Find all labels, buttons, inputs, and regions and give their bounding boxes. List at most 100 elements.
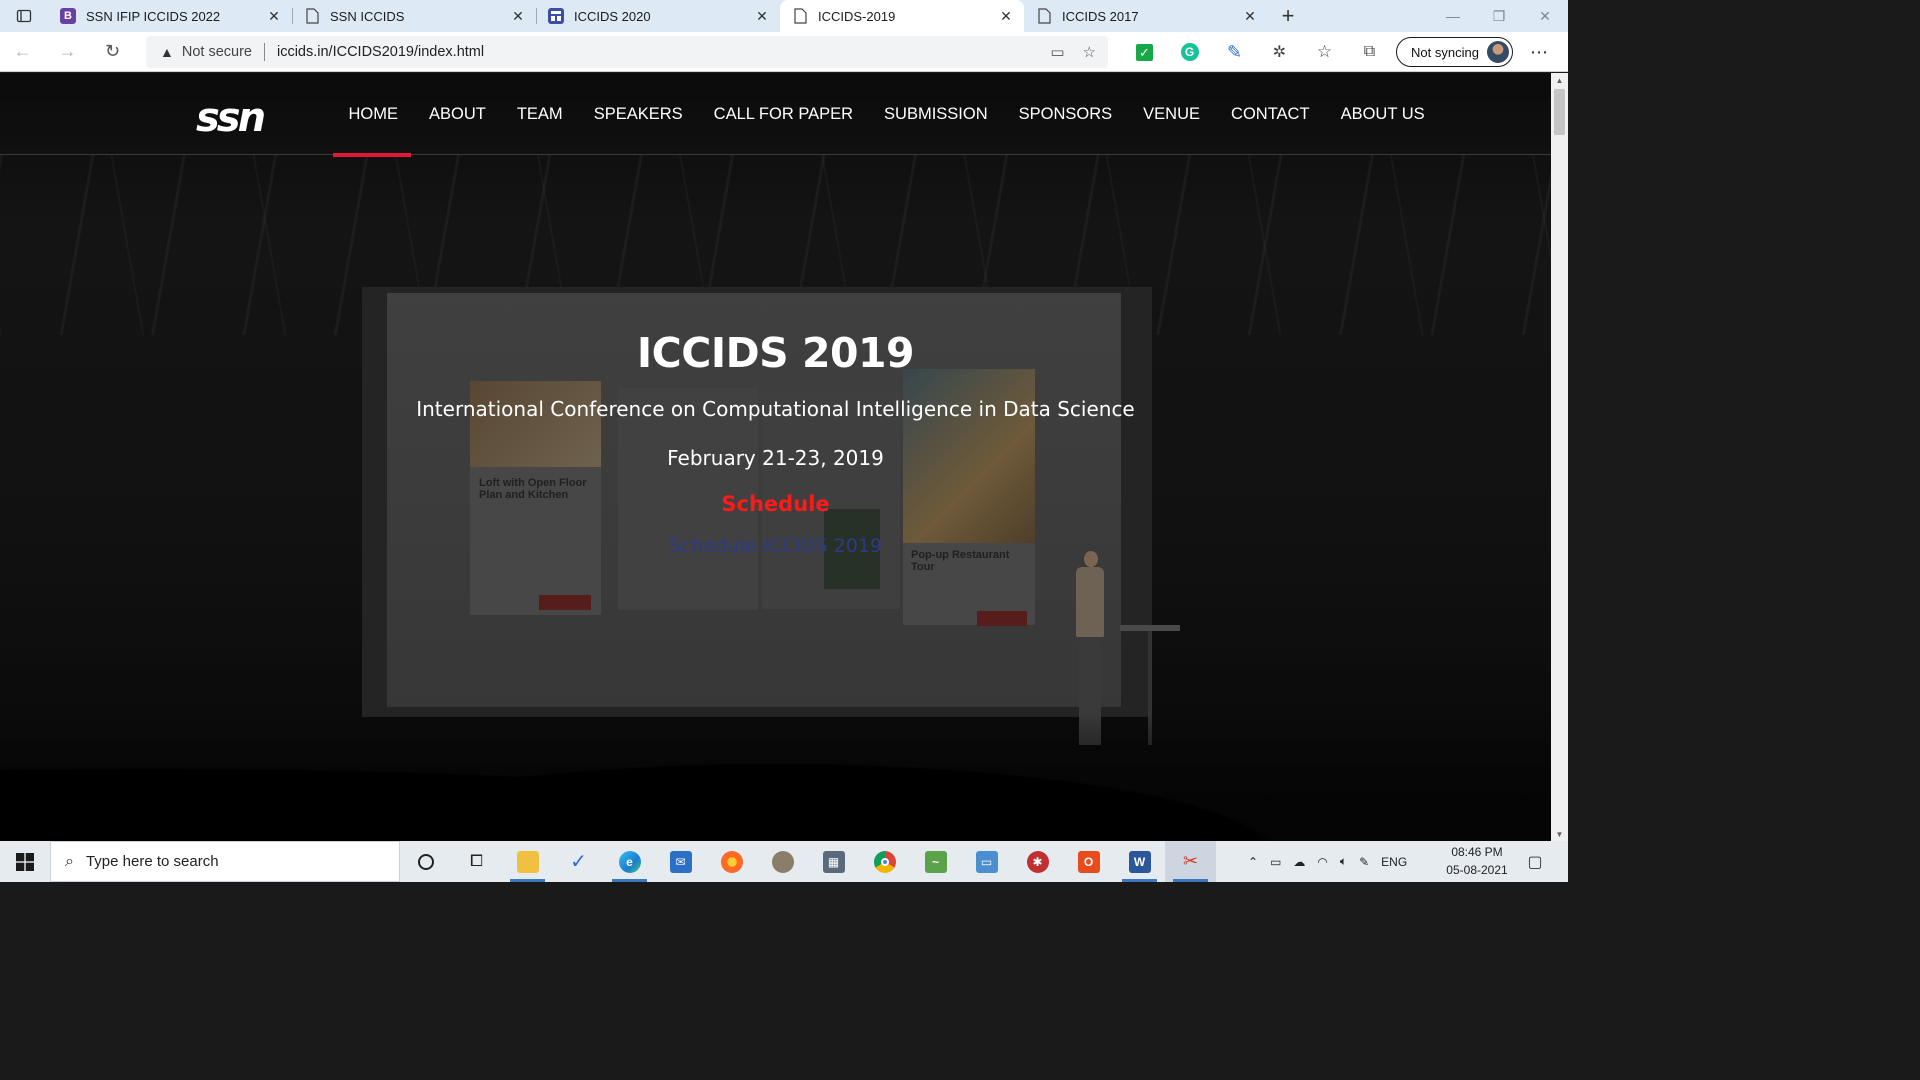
graph-icon: ~	[924, 850, 947, 873]
scroll-up-arrow[interactable]: ▲	[1551, 73, 1568, 87]
calculator-button[interactable]: ▦	[808, 841, 859, 882]
tab-actions-button[interactable]	[0, 0, 48, 32]
volume-icon[interactable]: 🔈︎	[1340, 854, 1347, 869]
browser-tab[interactable]: SSN ICCIDS ✕	[292, 0, 536, 32]
nav-home[interactable]: HOME	[333, 101, 414, 127]
add-favorite-icon[interactable]: ☆	[1083, 43, 1096, 61]
nav-speakers[interactable]: SPEAKERS	[578, 101, 698, 127]
divider	[263, 43, 265, 61]
extensions-button[interactable]: ✲	[1257, 32, 1302, 72]
settings-more-button[interactable]: ⋯	[1524, 32, 1554, 72]
pen-icon: ✎	[1226, 41, 1243, 62]
back-button[interactable]: ←	[0, 32, 45, 72]
browser-toolbar: ← → ↻ ▲ Not secure iccids.in/ICCIDS2019/…	[0, 32, 1568, 72]
graph-app-button[interactable]: ~	[910, 841, 961, 882]
remote-desktop-button[interactable]: ▭	[961, 841, 1012, 882]
arrow-left-icon: ←	[13, 41, 32, 61]
system-tray: ⌃ ▭ ☁ ◠ 🔈︎ ✎ ENG	[1248, 841, 1407, 882]
clock[interactable]: 08:46 PM 05-08-2021	[1442, 843, 1512, 879]
close-icon[interactable]: ✕	[510, 8, 526, 24]
arrow-right-icon: →	[58, 41, 77, 61]
minimize-button[interactable]: —	[1430, 0, 1476, 32]
mail-app-button[interactable]: ✉	[655, 841, 706, 882]
edge-icon: e	[618, 850, 641, 873]
close-icon[interactable]: ✕	[266, 8, 282, 24]
profile-sync-button[interactable]: Not syncing	[1396, 37, 1513, 67]
nav-contact[interactable]: CONTACT	[1216, 101, 1326, 127]
chrome-icon	[873, 850, 896, 873]
nav-about[interactable]: ABOUT	[414, 101, 502, 127]
hero-subtitle: International Conference on Computationa…	[416, 397, 1135, 421]
todo-app-button[interactable]: ✓	[553, 841, 604, 882]
file-explorer-button[interactable]	[502, 841, 553, 882]
new-tab-button[interactable]: +	[1268, 0, 1308, 32]
office-icon: O	[1077, 850, 1100, 873]
folder-icon	[516, 850, 539, 873]
pen-workspace-icon[interactable]: ✎	[1359, 855, 1369, 869]
page-viewport: Loft with Open Floor Plan and Kitchen Po…	[0, 73, 1551, 841]
grammarly-extension-button[interactable]: G	[1167, 32, 1212, 72]
hero-title: ICCIDS 2019	[636, 329, 915, 377]
puzzle-icon: ✲	[1272, 44, 1287, 61]
browser-tab[interactable]: B SSN IFIP ICCIDS 2022 ✕	[48, 0, 292, 32]
nav-submission[interactable]: SUBMISSION	[869, 101, 1004, 127]
window-controls: — ❐ ✕	[1430, 0, 1568, 32]
scroll-thumb[interactable]	[1554, 89, 1565, 135]
media-app-button[interactable]: ✱	[1012, 841, 1063, 882]
cortana-circle-icon	[417, 853, 434, 870]
favorites-button[interactable]: ☆	[1302, 32, 1347, 72]
close-icon[interactable]: ✕	[998, 8, 1014, 24]
windows-taskbar: ⌕ Type here to search ⧠ ✓ e ✉ ▦ ~ ▭ ✱ O …	[0, 841, 1568, 882]
browser-tab[interactable]: ICCIDS 2017 ✕	[1024, 0, 1268, 32]
language-indicator[interactable]: ENG	[1381, 855, 1407, 869]
office-button[interactable]: O	[1063, 841, 1114, 882]
schedule-link[interactable]: Schedule-ICCIDS 2019	[0, 535, 1551, 557]
onedrive-icon[interactable]: ☁	[1293, 855, 1305, 869]
chevron-up-icon[interactable]: ⌃	[1248, 855, 1258, 869]
snipping-tool-button[interactable]: ✂	[1165, 841, 1216, 882]
taskbar-search-box[interactable]: ⌕ Type here to search	[50, 841, 400, 882]
security-label[interactable]: Not secure	[182, 44, 252, 60]
close-window-button[interactable]: ✕	[1522, 0, 1568, 32]
close-icon[interactable]: ✕	[754, 8, 770, 24]
notification-center-button[interactable]: ▢	[1520, 841, 1550, 882]
gimp-icon	[771, 850, 794, 873]
nav-venue[interactable]: VENUE	[1128, 101, 1216, 127]
more-dots-icon: ⋯	[1530, 41, 1548, 62]
wifi-icon[interactable]: ◠	[1317, 855, 1327, 869]
chrome-button[interactable]	[859, 841, 910, 882]
address-bar[interactable]: ▲ Not secure iccids.in/ICCIDS2019/index.…	[146, 36, 1108, 68]
search-placeholder: Type here to search	[85, 853, 219, 870]
scroll-down-arrow[interactable]: ▼	[1551, 827, 1568, 841]
word-button[interactable]: W	[1114, 841, 1165, 882]
restore-button[interactable]: ❐	[1476, 0, 1522, 32]
url-text[interactable]: iccids.in/ICCIDS2019/index.html	[277, 44, 484, 60]
tab-title: ICCIDS 2017	[1062, 8, 1139, 24]
browser-tab-active[interactable]: ICCIDS-2019 ✕	[780, 0, 1024, 32]
forward-button[interactable]: →	[45, 32, 90, 72]
browser-tab[interactable]: ICCIDS 2020 ✕	[536, 0, 780, 32]
cortana-button[interactable]	[400, 841, 451, 882]
active-nav-indicator	[333, 153, 411, 157]
close-icon[interactable]: ✕	[1242, 8, 1258, 24]
firefox-button[interactable]	[706, 841, 757, 882]
task-view-button[interactable]: ⧠	[451, 841, 502, 882]
immersive-reader-icon[interactable]: ▭	[1050, 43, 1064, 61]
sync-label: Not syncing	[1411, 44, 1479, 60]
start-button[interactable]	[0, 841, 50, 882]
nav-call-for-paper[interactable]: CALL FOR PAPER	[698, 101, 868, 127]
gimp-button[interactable]	[757, 841, 808, 882]
nav-about-us[interactable]: ABOUT US	[1325, 101, 1440, 127]
tab-title: ICCIDS 2020	[574, 8, 651, 24]
checkmark-extension-button[interactable]: ✓	[1122, 32, 1167, 72]
battery-icon[interactable]: ▭	[1270, 855, 1281, 869]
nav-team[interactable]: TEAM	[501, 101, 578, 127]
refresh-button[interactable]: ↻	[90, 32, 135, 72]
pen-extension-button[interactable]: ✎	[1212, 32, 1257, 72]
page-scrollbar[interactable]: ▲ ▼	[1551, 73, 1568, 841]
collections-button[interactable]: ⧉	[1347, 32, 1392, 72]
notification-icon: ▢	[1527, 853, 1543, 871]
nav-sponsors[interactable]: SPONSORS	[1003, 101, 1128, 127]
ssn-logo[interactable]: ssn	[196, 95, 266, 141]
edge-browser-button[interactable]: e	[604, 841, 655, 882]
